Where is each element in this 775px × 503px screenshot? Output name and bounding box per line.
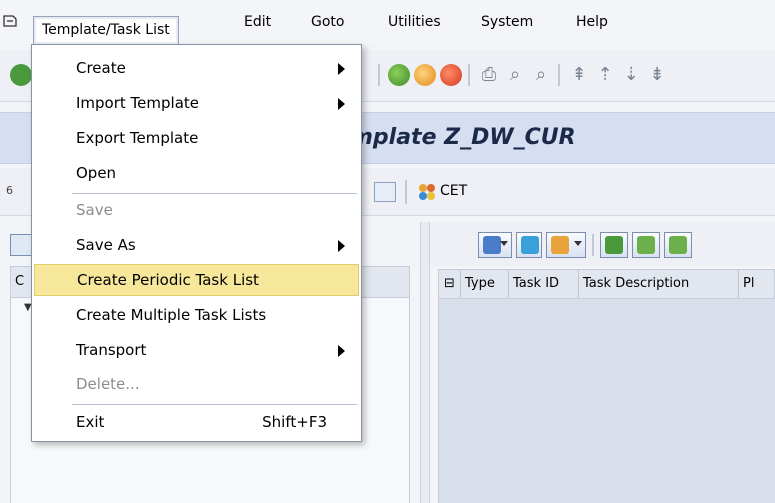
menu-item-save-as[interactable]: Save As xyxy=(34,230,359,262)
menu-item-label: Create Multiple Task Lists xyxy=(76,306,267,324)
toolbar-separator xyxy=(592,234,594,256)
filter-icon[interactable] xyxy=(10,234,32,256)
chevron-down-icon xyxy=(500,241,508,246)
toolbar-separator xyxy=(405,180,407,204)
menu-goto[interactable]: Goto xyxy=(303,10,352,36)
grid-body xyxy=(438,299,775,503)
menu-item-label: Create Periodic Task List xyxy=(77,271,259,289)
grid-header: ⊟ Type Task ID Task Description Pl xyxy=(438,269,775,299)
filter-icon xyxy=(483,236,501,254)
column-header-task-description[interactable]: Task Description xyxy=(579,270,739,298)
menu-item-save: Save xyxy=(34,195,359,227)
previous-page-icon[interactable]: ⇡ xyxy=(594,63,616,87)
column-header-task-id[interactable]: Task ID xyxy=(509,270,579,298)
page-title: mplate Z_DW_CUR xyxy=(350,125,576,150)
menu-system[interactable]: System xyxy=(473,10,541,36)
menu-item-transport[interactable]: Transport xyxy=(34,335,359,367)
menu-item-import-template[interactable]: Import Template xyxy=(34,88,359,120)
menu-item-export-template[interactable]: Export Template xyxy=(34,123,359,155)
column-header-type[interactable]: Type xyxy=(461,270,509,298)
chevron-right-icon xyxy=(338,345,345,357)
back-icon[interactable] xyxy=(388,64,410,86)
layout-button[interactable] xyxy=(546,232,586,258)
chevron-right-icon xyxy=(338,98,345,110)
find-icon[interactable]: ⌕ xyxy=(504,63,526,87)
menu-item-label: Open xyxy=(76,164,117,182)
menu-item-create[interactable]: Create xyxy=(34,53,359,85)
menu-item-delete: Delete... xyxy=(34,369,359,401)
cet-button-label[interactable]: CET xyxy=(440,183,467,199)
menu-item-label: Exit xyxy=(76,413,105,431)
system-menu-icon[interactable] xyxy=(3,14,17,28)
enter-icon[interactable] xyxy=(10,64,32,86)
refresh-button[interactable] xyxy=(516,232,542,258)
row-select-icon[interactable]: ⊟ xyxy=(439,270,461,298)
menu-item-create-multiple-task-lists[interactable]: Create Multiple Task Lists xyxy=(34,300,359,332)
next-page-icon[interactable]: ⇣ xyxy=(620,63,642,87)
settings-icon[interactable] xyxy=(374,182,396,202)
last-page-icon[interactable]: ⇟ xyxy=(646,63,668,87)
menu-item-label: Create xyxy=(76,59,126,77)
menu-item-label: Import Template xyxy=(76,94,199,112)
menu-help[interactable]: Help xyxy=(568,10,616,36)
menu-item-create-periodic-task-list[interactable]: Create Periodic Task List xyxy=(34,264,359,296)
menu-item-shortcut: Shift+F3 xyxy=(262,413,327,431)
chevron-right-icon xyxy=(338,240,345,252)
column-header-plan[interactable]: Pl xyxy=(739,270,774,298)
menu-item-label: Save xyxy=(76,201,113,219)
grid-toolbar xyxy=(430,222,775,266)
filter-button[interactable] xyxy=(478,232,512,258)
toolbar-separator xyxy=(378,64,380,86)
template-task-list-dropdown: Create Import Template Export Template O… xyxy=(31,44,362,442)
search-button[interactable] xyxy=(600,232,628,258)
exit-icon[interactable] xyxy=(414,64,436,86)
print-icon[interactable]: ⎙ xyxy=(478,63,500,87)
menu-bar: Template/Task List Edit Goto Utilities S… xyxy=(0,0,775,44)
right-panel: ⊟ Type Task ID Task Description Pl xyxy=(430,222,775,503)
cet-icon[interactable] xyxy=(418,183,436,201)
left-column-header-label: C xyxy=(15,274,25,289)
cancel-icon[interactable] xyxy=(440,64,462,86)
sort-ascending-button[interactable] xyxy=(632,232,660,258)
search-icon xyxy=(605,236,623,254)
left-number: 6 xyxy=(6,184,13,197)
menu-item-label: Delete... xyxy=(76,375,140,393)
chevron-right-icon xyxy=(338,63,345,75)
menu-item-label: Save As xyxy=(76,236,136,254)
menu-edit[interactable]: Edit xyxy=(236,10,279,36)
sort-descending-icon xyxy=(669,236,687,254)
find-next-icon[interactable]: ⌕ xyxy=(530,63,552,87)
menu-item-exit[interactable]: Exit Shift+F3 xyxy=(34,407,359,439)
chevron-down-icon xyxy=(574,241,582,246)
menu-template-task-list[interactable]: Template/Task List xyxy=(33,16,179,44)
first-page-icon[interactable]: ⇞ xyxy=(568,63,590,87)
toolbar-separator xyxy=(468,64,470,86)
menu-item-label: Transport xyxy=(76,341,147,359)
refresh-icon xyxy=(521,236,539,254)
menu-utilities[interactable]: Utilities xyxy=(380,10,449,36)
menu-separator xyxy=(72,193,357,194)
menu-item-open[interactable]: Open xyxy=(34,158,359,190)
menu-item-label: Export Template xyxy=(76,129,199,147)
sort-ascending-icon xyxy=(637,236,655,254)
sort-descending-button[interactable] xyxy=(664,232,692,258)
table-icon xyxy=(551,236,569,254)
toolbar-separator xyxy=(558,64,560,86)
menu-separator xyxy=(72,404,357,405)
panel-splitter[interactable] xyxy=(420,222,430,503)
